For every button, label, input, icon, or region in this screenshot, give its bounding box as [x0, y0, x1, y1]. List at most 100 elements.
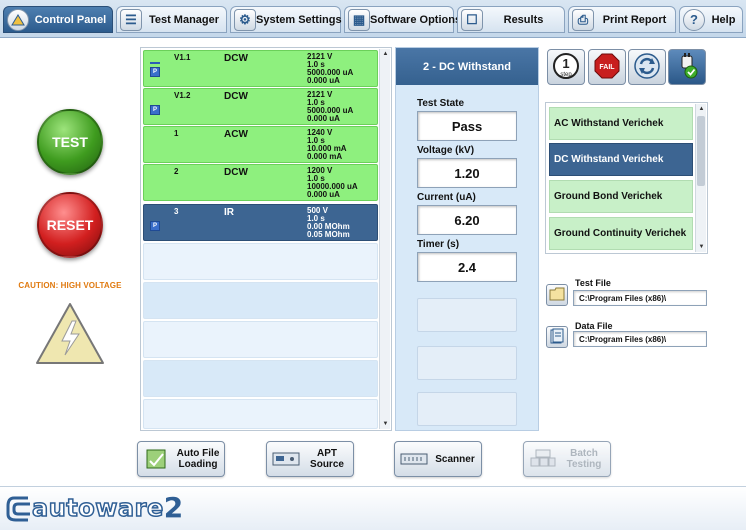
step-id: 2	[174, 167, 179, 176]
test-state-label: Test State	[417, 98, 465, 109]
test-step-list[interactable]: P V1.1 DCW 2121 V 1.0 s 5000.000 uA 0.00…	[140, 47, 392, 431]
tab-control-panel[interactable]: Control Panel	[3, 6, 113, 33]
autoware-logo-mark-icon	[6, 496, 30, 522]
button-line: Loading	[178, 459, 218, 470]
test-state-value: Pass	[417, 111, 517, 141]
verichek-list[interactable]: AC Withstand Verichek DC Withstand Veric…	[545, 102, 708, 254]
verichek-item[interactable]: AC Withstand Verichek	[549, 107, 693, 140]
button-line: Testing	[566, 459, 602, 470]
scanner-button[interactable]: Scanner	[394, 441, 482, 477]
software-options-icon: ▦	[348, 8, 370, 31]
step-status-title: 2 - DC Withstand	[396, 48, 538, 85]
tab-help[interactable]: ? Help	[679, 6, 743, 33]
results-icon: ☐	[461, 8, 483, 31]
tab-software-options[interactable]: ▦ Software Options	[344, 6, 461, 33]
step-row[interactable]: 1 ACW 1240 V 1.0 s 10.000 mA 0.000 mA	[143, 126, 378, 163]
empty-readout	[417, 392, 517, 426]
print-report-icon: ⎙	[572, 8, 594, 31]
tab-label: Test Manager	[148, 13, 220, 26]
step-row[interactable]: P V1.1 DCW 2121 V 1.0 s 5000.000 uA 0.00…	[143, 50, 378, 87]
step-list-scrollbar[interactable]: ▲ ▼	[379, 49, 390, 429]
data-file-path[interactable]: C:\Program Files (x86)\	[573, 331, 707, 347]
step-param: 0.000 mA	[307, 152, 343, 161]
current-value: 6.20	[417, 205, 517, 235]
single-step-icon: 1 step	[552, 52, 580, 83]
step-param: 0.000 uA	[307, 190, 340, 199]
svg-text:1: 1	[562, 56, 569, 71]
caution-text: CAUTION: HIGH VOLTAGE	[18, 281, 122, 290]
data-file-label: Data File	[575, 321, 613, 331]
timer-field: Timer (s) 2.4	[417, 239, 517, 282]
svg-text:FAIL: FAIL	[599, 64, 615, 71]
verichek-item-selected[interactable]: DC Withstand Verichek	[549, 143, 693, 176]
auto-file-icon	[142, 446, 172, 472]
system-settings-icon: ⚙	[234, 8, 256, 31]
step-param: 0.000 uA	[307, 114, 340, 123]
tab-label: Results	[503, 13, 544, 26]
tab-system-settings[interactable]: ⚙ System Settings	[230, 6, 342, 33]
control-panel: TEST RESET CAUTION: HIGH VOLTAGE P V1.1 …	[0, 39, 746, 486]
step-indicator-bar	[150, 62, 160, 64]
step-name: DCW	[224, 91, 248, 102]
scroll-down-icon[interactable]: ▼	[380, 419, 391, 429]
logo-text: autoware	[31, 493, 164, 523]
loop-button[interactable]	[628, 49, 666, 85]
tab-label: Control Panel	[34, 13, 107, 26]
reset-button[interactable]: RESET	[37, 192, 103, 258]
tab-label: System Settings	[256, 13, 342, 26]
empty-readout	[417, 298, 517, 332]
apt-source-button[interactable]: APT Source	[266, 441, 354, 477]
tab-results[interactable]: ☐ Results	[457, 6, 565, 33]
scroll-up-icon[interactable]: ▲	[380, 49, 391, 59]
button-line: Batch	[570, 448, 598, 459]
verichek-mode-button[interactable]	[668, 49, 706, 85]
step-id: V1.1	[174, 53, 191, 62]
button-line: Source	[310, 459, 344, 470]
folder-icon	[549, 287, 565, 304]
control-panel-icon	[7, 8, 29, 31]
scrollbar-thumb[interactable]	[697, 116, 705, 186]
fail-stop-button[interactable]: FAIL	[588, 49, 626, 85]
svg-text:step: step	[560, 72, 572, 78]
tab-bar: Control Panel ☰ Test Manager ⚙ System Se…	[0, 0, 746, 38]
empty-step-row[interactable]	[143, 360, 378, 397]
verichek-scrollbar[interactable]: ▲ ▼	[695, 104, 706, 252]
single-step-button[interactable]: 1 step	[547, 49, 585, 85]
verichek-item[interactable]: Ground Bond Verichek	[549, 180, 693, 213]
help-icon: ?	[683, 8, 705, 31]
batch-testing-button[interactable]: Batch Testing	[523, 441, 611, 477]
scanner-icon	[399, 446, 429, 472]
step-row[interactable]: P V1.2 DCW 2121 V 1.0 s 5000.000 uA 0.00…	[143, 88, 378, 125]
empty-step-row[interactable]	[143, 243, 378, 280]
voltage-value: 1.20	[417, 158, 517, 188]
timer-value: 2.4	[417, 252, 517, 282]
footer: autoware 2	[0, 486, 746, 530]
empty-step-row[interactable]	[143, 282, 378, 319]
empty-step-row[interactable]	[143, 399, 378, 429]
logo-version: 2	[163, 491, 184, 524]
open-test-file-button[interactable]	[546, 284, 568, 306]
tab-print-report[interactable]: ⎙ Print Report	[568, 6, 676, 33]
scroll-down-icon[interactable]: ▼	[696, 242, 707, 252]
test-button[interactable]: TEST	[37, 109, 103, 175]
step-param: 0.05 MOhm	[307, 230, 350, 239]
test-file-label: Test File	[575, 278, 611, 288]
verichek-item[interactable]: Ground Continuity Verichek	[549, 217, 693, 250]
auto-file-loading-button[interactable]: Auto File Loading	[137, 441, 225, 477]
test-file-path[interactable]: C:\Program Files (x86)\	[573, 290, 707, 306]
step-id: 1	[174, 129, 179, 138]
step-name: DCW	[224, 53, 248, 64]
step-row[interactable]: 2 DCW 1200 V 1.0 s 10000.000 uA 0.000 uA	[143, 164, 378, 201]
step-id: V1.2	[174, 91, 191, 100]
step-name: DCW	[224, 167, 248, 178]
open-data-file-button[interactable]	[546, 326, 568, 348]
parameter-badge-icon: P	[150, 105, 160, 115]
tab-test-manager[interactable]: ☰ Test Manager	[116, 6, 227, 33]
empty-step-row[interactable]	[143, 321, 378, 358]
step-name: IR	[224, 207, 234, 218]
step-row-selected[interactable]: P 3 IR 500 V 1.0 s 0.00 MOhm 0.05 MOhm	[143, 204, 378, 241]
scroll-up-icon[interactable]: ▲	[696, 104, 707, 114]
document-icon	[549, 328, 565, 347]
test-state-field: Test State Pass	[417, 98, 517, 141]
step-status-panel: 2 - DC Withstand Test State Pass Voltage…	[395, 47, 539, 431]
